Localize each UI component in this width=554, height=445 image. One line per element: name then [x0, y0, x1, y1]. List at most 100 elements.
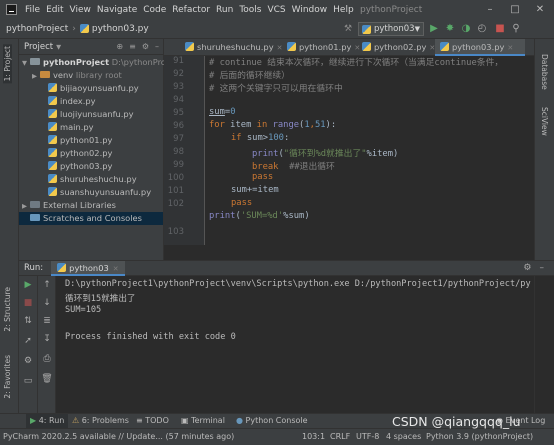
collapse-all-icon[interactable]: ≡: [129, 42, 136, 51]
code-editor[interactable]: # continue 结束本次循环，继续进行下次循环（当满足continue条件…: [205, 56, 534, 245]
python-interpreter[interactable]: Python 3.9 (pythonProject): [426, 429, 533, 445]
tree-item-file[interactable]: python02.py: [48, 147, 112, 160]
scroll-up-icon[interactable]: ↑: [38, 280, 56, 290]
soft-wrap-icon[interactable]: ≣: [38, 316, 56, 326]
line-number: 101: [167, 186, 184, 196]
project-tool-tab[interactable]: 1: Project: [3, 44, 12, 84]
breadcrumb-file[interactable]: python03.py: [92, 24, 149, 34]
tab-problems[interactable]: ⚠ 6: Problems: [72, 414, 129, 428]
menu-edit[interactable]: Edit: [43, 5, 66, 15]
favorites-tool-tab[interactable]: 2: Favorites: [3, 355, 12, 399]
tab-terminal[interactable]: ▣ Terminal: [181, 414, 225, 428]
tree-item-file[interactable]: suanshuyunsuanfu.py: [48, 186, 151, 199]
stop-icon[interactable]: ■: [494, 22, 506, 36]
console-line: Process finished with exit code 0: [65, 332, 236, 342]
tree-item-file[interactable]: bijiaoyunsuanfu.py: [48, 82, 139, 95]
chevron-down-icon[interactable]: ▼: [56, 43, 61, 51]
hide-panel-icon[interactable]: –: [155, 42, 159, 51]
debug-icon[interactable]: ✸: [444, 22, 456, 36]
tree-item-file[interactable]: python01.py: [48, 134, 112, 147]
tree-item-external-libraries[interactable]: ▶ External Libraries: [22, 199, 116, 212]
line-number: 100: [167, 173, 184, 183]
caret-position[interactable]: 103:1: [302, 429, 325, 445]
scroll-to-end-icon[interactable]: ↧: [38, 334, 56, 344]
rerun-icon[interactable]: ▶: [19, 280, 37, 290]
python-file-icon: [57, 262, 67, 272]
hammer-icon[interactable]: ⚒: [342, 22, 354, 36]
line-number: 95: [173, 108, 184, 118]
code-line: print("循环到%d就推出了"%item): [252, 149, 399, 159]
tree-item-file[interactable]: main.py: [48, 121, 94, 134]
menu-navigate[interactable]: Navigate: [94, 5, 140, 15]
tab-python03[interactable]: python03.py ✕: [435, 39, 525, 56]
scroll-down-icon[interactable]: ↓: [38, 298, 56, 308]
maximize-icon[interactable]: □: [503, 0, 527, 19]
run-configuration-select[interactable]: python03 ▼: [358, 22, 424, 36]
python-file-icon: [48, 96, 57, 105]
python-file-icon: [48, 109, 57, 118]
console-scrollbar[interactable]: [534, 276, 554, 413]
profile-icon[interactable]: ◴: [476, 22, 488, 36]
tab-python-console[interactable]: ● Python Console: [236, 414, 308, 428]
restore-layout-icon[interactable]: ⇅: [19, 316, 37, 326]
menu-tools[interactable]: Tools: [236, 5, 264, 15]
file-encoding[interactable]: UTF-8: [356, 429, 379, 445]
close-icon[interactable]: ✕: [113, 265, 119, 273]
minimize-icon[interactable]: –: [478, 0, 502, 19]
tab-run[interactable]: ▶ 4: Run: [26, 414, 69, 428]
menu-code[interactable]: Code: [140, 5, 169, 15]
tab-python02[interactable]: python02.py ✕: [357, 39, 435, 56]
collapse-arrow-icon: ▶: [32, 72, 37, 80]
python-file-icon: [48, 148, 57, 157]
menu-file[interactable]: File: [22, 5, 43, 15]
locate-icon[interactable]: ⊕: [116, 42, 123, 51]
close-icon[interactable]: ✕: [507, 44, 513, 52]
run-icon[interactable]: ▶: [428, 22, 440, 36]
coverage-icon[interactable]: ◑: [460, 22, 472, 36]
line-number: 98: [173, 147, 184, 157]
menu-vcs[interactable]: VCS: [264, 5, 288, 15]
tree-item-venv[interactable]: ▶ venv library root: [32, 69, 122, 82]
gear-icon[interactable]: ⚙: [523, 263, 531, 273]
menu-window[interactable]: Window: [289, 5, 331, 15]
run-configuration-label: python03: [374, 24, 415, 34]
pin-icon[interactable]: ➚: [19, 336, 37, 346]
close-icon[interactable]: ✕: [528, 0, 552, 19]
tree-item-file[interactable]: python03.py: [48, 160, 112, 173]
line-separator[interactable]: CRLF: [330, 429, 350, 445]
gear-icon[interactable]: ⚙: [142, 42, 149, 51]
tree-item-scratches[interactable]: Scratches and Consoles: [19, 212, 163, 225]
tree-item-file[interactable]: shuruheshuchu.py: [48, 173, 137, 186]
clear-all-icon[interactable]: 🗑: [38, 374, 56, 384]
project-panel-title[interactable]: Project: [24, 42, 53, 52]
tree-item-project-root[interactable]: ▼ pythonProject D:\pythonProje: [22, 56, 173, 69]
database-tool-tab[interactable]: Database: [540, 54, 549, 90]
sciview-tool-tab[interactable]: SciView: [540, 107, 549, 136]
print-icon[interactable]: ⎙: [38, 354, 56, 364]
search-icon[interactable]: ⚲: [510, 22, 522, 36]
hide-panel-icon[interactable]: –: [540, 263, 545, 273]
status-message[interactable]: PyCharm 2020.2.5 available // Update... …: [3, 429, 234, 445]
folder-icon: [30, 58, 40, 65]
python-file-icon: [362, 24, 371, 34]
run-tab[interactable]: python03 ✕: [51, 260, 125, 276]
menu-view[interactable]: View: [67, 5, 94, 15]
indent-setting[interactable]: 4 spaces: [386, 429, 421, 445]
run-console-output[interactable]: D:\pythonProject1\pythonProject\venv\Scr…: [56, 276, 534, 413]
menu-refactor[interactable]: Refactor: [169, 5, 213, 15]
run-toolbar-right: ↑ ↓ ≣ ↧ ⎙ 🗑: [38, 276, 56, 413]
trash-icon[interactable]: ▭: [19, 376, 37, 386]
menu-run[interactable]: Run: [213, 5, 236, 15]
structure-tool-tab[interactable]: 2: Structure: [3, 287, 12, 332]
tree-item-file[interactable]: luojiyunsuanfu.py: [48, 108, 134, 121]
tab-python01[interactable]: python01.py ✕: [282, 39, 360, 56]
breadcrumb-project[interactable]: pythonProject: [0, 24, 68, 34]
tab-shuruheshuchu[interactable]: shuruheshuchu.py ✕: [180, 39, 282, 56]
code-line: # continue 结束本次循环，继续进行下次循环（当满足continue条件…: [209, 58, 504, 68]
scratches-icon: [30, 214, 40, 221]
settings-icon[interactable]: ⚙: [19, 356, 37, 366]
stop-icon[interactable]: ■: [19, 298, 37, 308]
menu-help[interactable]: Help: [330, 5, 357, 15]
tab-todo[interactable]: ≡ TODO: [136, 414, 169, 428]
tree-item-file[interactable]: index.py: [48, 95, 96, 108]
